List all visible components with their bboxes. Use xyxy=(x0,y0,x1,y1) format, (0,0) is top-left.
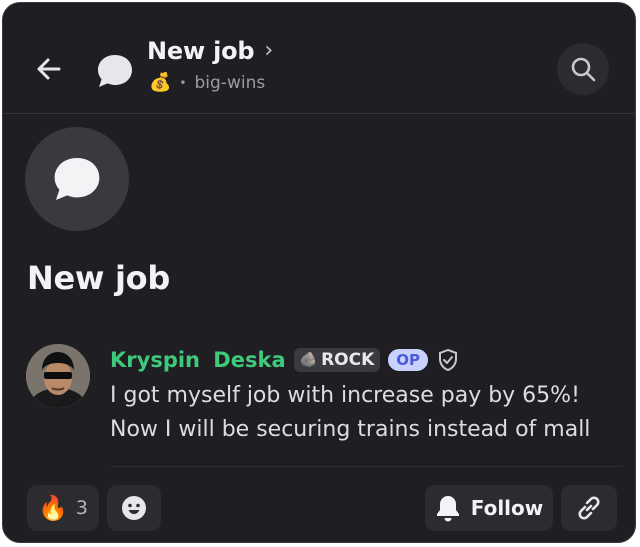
header-divider xyxy=(3,113,635,114)
thread-avatar xyxy=(25,127,129,231)
link-icon xyxy=(578,496,600,520)
chevron-right-icon[interactable]: › xyxy=(264,40,273,62)
role-tag[interactable]: 🪨 ROCK xyxy=(293,348,381,372)
rock-emoji: 🪨 xyxy=(299,352,318,368)
search-icon xyxy=(571,57,596,82)
message-divider xyxy=(110,466,622,467)
avatar-image xyxy=(26,344,90,408)
follow-button[interactable]: Follow xyxy=(425,485,553,531)
header: New job › 💰 • big-wins xyxy=(3,3,635,113)
back-arrow-icon xyxy=(37,58,61,80)
message-line: Now I will be securing trains instead of… xyxy=(110,417,591,442)
message-line: I got myself job with increase pay by 65… xyxy=(110,383,580,408)
search-button[interactable] xyxy=(557,43,609,95)
thread-bubble-icon xyxy=(98,55,132,87)
smiley-icon xyxy=(122,496,146,520)
add-reaction-button[interactable] xyxy=(107,485,161,531)
bell-icon xyxy=(436,496,459,522)
avatar[interactable] xyxy=(26,344,90,408)
reaction-count: 3 xyxy=(75,497,88,519)
channel-breadcrumb[interactable]: 💰 • big-wins xyxy=(149,73,265,93)
header-title-row[interactable]: New job › xyxy=(147,37,273,65)
op-badge: OP xyxy=(388,349,429,371)
shield-check-icon[interactable] xyxy=(436,348,460,372)
thread-title: New job xyxy=(27,259,170,297)
channel-name[interactable]: big-wins xyxy=(195,73,266,93)
moneybag-emoji: 💰 xyxy=(149,72,172,93)
message-body: I got myself job with increase pay by 65… xyxy=(110,379,610,447)
fire-emoji: 🔥 xyxy=(38,494,68,522)
copy-link-button[interactable] xyxy=(561,485,617,531)
separator-dot: • xyxy=(179,76,187,90)
thread-bubble-icon xyxy=(54,157,100,201)
reaction-fire-button[interactable]: 🔥 3 xyxy=(27,485,99,531)
author-name[interactable]: Kryspin Deska xyxy=(110,348,286,372)
follow-label: Follow xyxy=(470,496,544,520)
back-button[interactable] xyxy=(29,49,69,89)
app-window: New job › 💰 • big-wins New job Kryspin D… xyxy=(2,2,636,543)
role-tag-label: ROCK xyxy=(321,350,375,370)
message-header: Kryspin Deska 🪨 ROCK OP xyxy=(110,345,460,375)
header-title[interactable]: New job xyxy=(147,37,255,65)
